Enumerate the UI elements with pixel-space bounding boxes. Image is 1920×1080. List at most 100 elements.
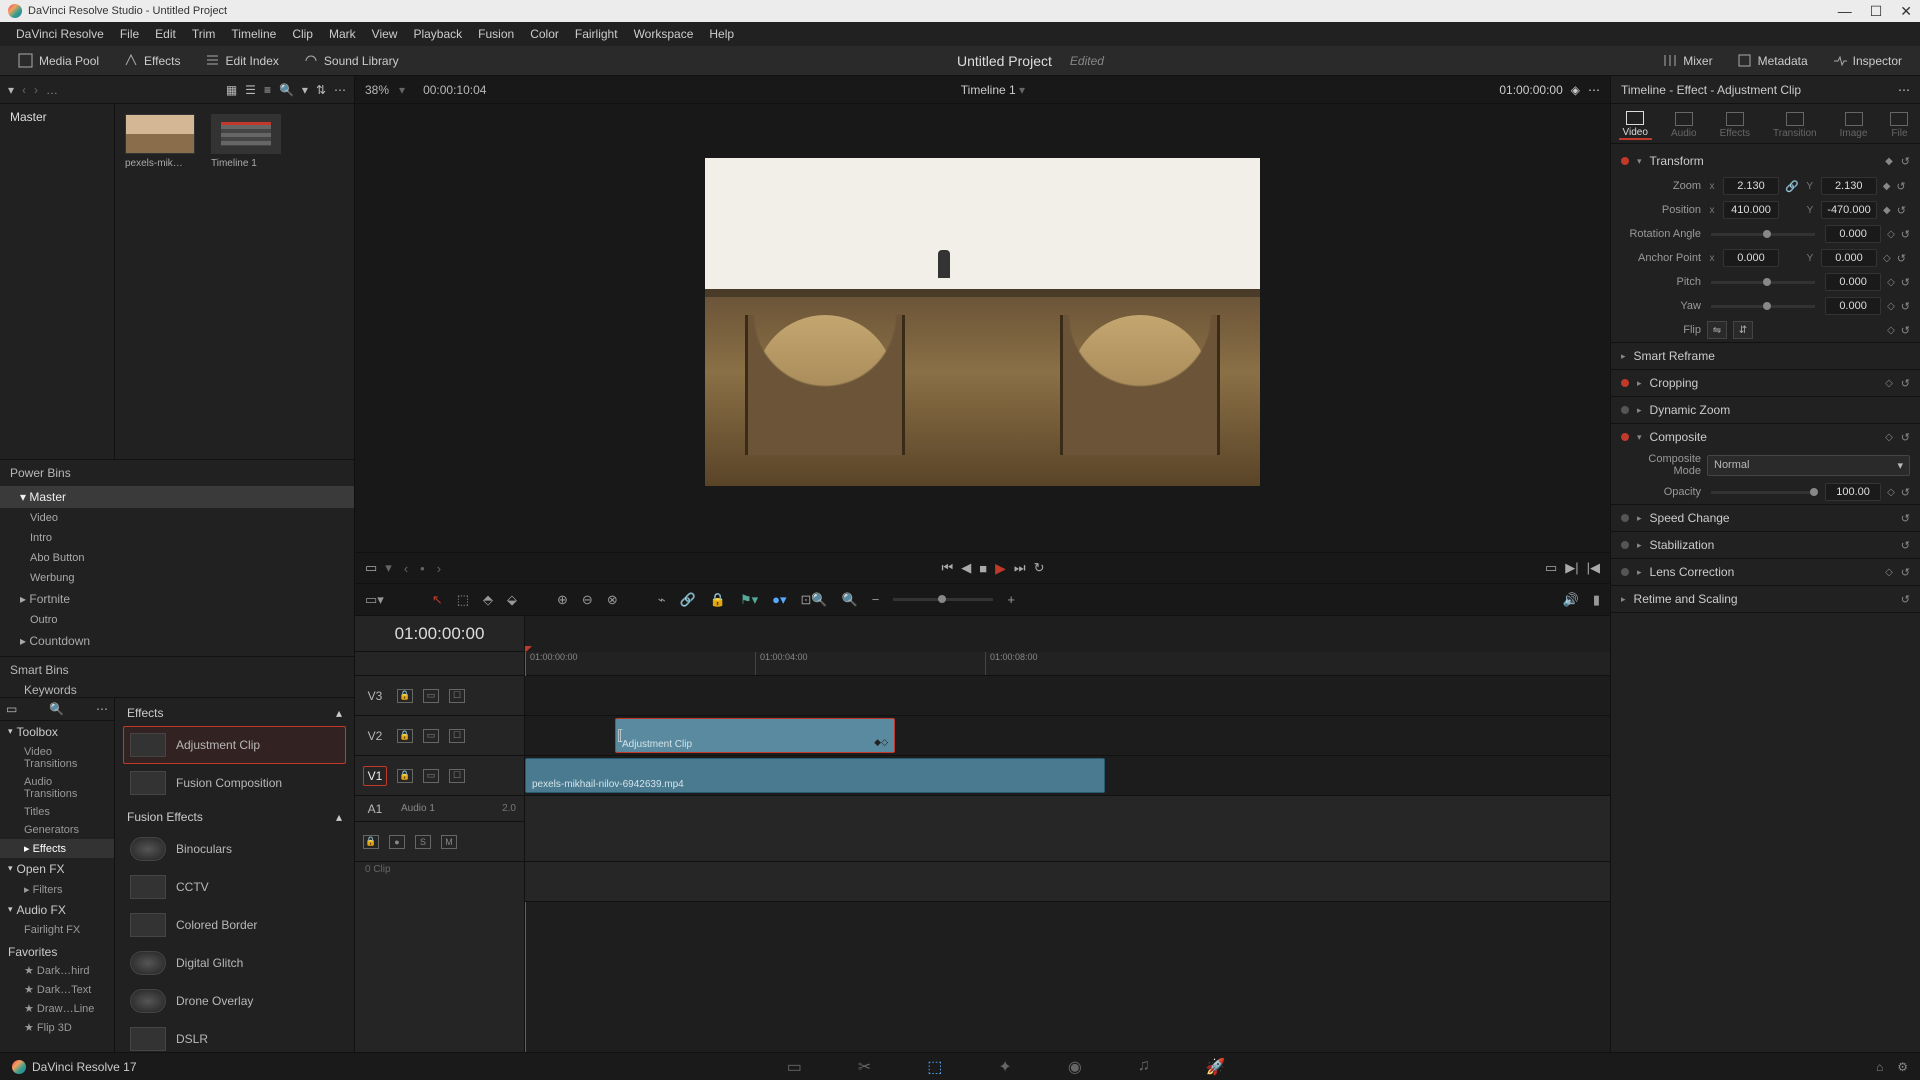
dynamic-trim-icon[interactable]: ⬘ [483, 592, 493, 608]
track-name-v3[interactable]: V3 [363, 686, 387, 706]
viewer-options-icon[interactable]: ⋯ [1588, 83, 1600, 97]
cropping-header[interactable]: ▸Cropping◇↺ [1611, 370, 1920, 396]
overwrite-icon[interactable]: ⊖ [582, 592, 593, 608]
blade-tool-icon[interactable]: ⬙ [507, 592, 517, 608]
lens-correction-header[interactable]: ▸Lens Correction◇↺ [1611, 559, 1920, 585]
fx-filters[interactable]: ▸ Filters [0, 880, 114, 899]
marker-icon[interactable]: ●▾ [772, 592, 786, 608]
track-a1b[interactable] [525, 862, 1610, 902]
stop-icon[interactable]: ■ [979, 561, 987, 576]
nav-back-icon[interactable]: ‹ [22, 83, 26, 97]
yaw-slider[interactable] [1711, 305, 1815, 308]
composite-mode-dropdown[interactable]: Normal▾ [1707, 455, 1910, 476]
effects-search-icon[interactable]: 🔍 [49, 702, 64, 716]
fx-fairlight[interactable]: Fairlight FX [0, 921, 114, 939]
track-header-a1-controls[interactable]: 🔒 ● S M [355, 822, 524, 862]
stabilization-header[interactable]: ▸Stabilization↺ [1611, 532, 1920, 558]
menu-davinci[interactable]: DaVinci Resolve [10, 27, 110, 41]
effects-toggle[interactable]: Effects [117, 51, 186, 70]
anchor-y-field[interactable]: 0.000 [1821, 249, 1877, 267]
fx-audio-transitions[interactable]: Audio Transitions [0, 773, 114, 803]
menu-file[interactable]: File [114, 27, 145, 41]
track-header-a1[interactable]: A1 Audio 1 2.0 [355, 796, 524, 822]
fairlight-page-icon[interactable]: ♫ [1138, 1057, 1150, 1077]
thumbnail-view-icon[interactable]: ▦ [226, 83, 237, 97]
power-bins-header[interactable]: Power Bins [0, 460, 354, 486]
color-page-icon[interactable]: ◉ [1068, 1057, 1082, 1077]
fx-fusion-composition[interactable]: Fusion Composition [123, 764, 346, 802]
clip-main-video[interactable]: pexels-mikhail-nilov-6942639.mp4 [525, 758, 1105, 793]
menu-edit[interactable]: Edit [149, 27, 182, 41]
next-edit-icon[interactable]: › [437, 561, 441, 576]
speed-change-header[interactable]: ▸Speed Change↺ [1611, 505, 1920, 531]
viewer-render-icon[interactable]: ◈ [1571, 83, 1580, 97]
lock-icon[interactable]: 🔒 [397, 729, 413, 743]
pitch-slider[interactable] [1711, 281, 1815, 284]
match-frame-icon[interactable]: ▭ [365, 560, 377, 576]
auto-select-icon[interactable]: ▭ [423, 729, 439, 743]
lock-icon[interactable]: 🔒 [363, 835, 379, 849]
list-view-icon[interactable]: ≡ [264, 83, 271, 97]
bin-abo[interactable]: Abo Button [0, 548, 354, 568]
retime-scaling-header[interactable]: ▸Retime and Scaling↺ [1611, 586, 1920, 612]
opacity-field[interactable]: 100.00 [1825, 483, 1881, 501]
tab-video[interactable]: Video [1619, 107, 1652, 140]
fx-digital-glitch[interactable]: Digital Glitch [123, 944, 346, 982]
prev-edit-icon[interactable]: ‹ [404, 561, 408, 576]
flag-icon[interactable]: ⚑▾ [740, 592, 758, 608]
metadata-toggle[interactable]: Metadata [1731, 51, 1814, 70]
deliver-page-icon[interactable]: 🚀 [1206, 1057, 1226, 1077]
inspector-toggle[interactable]: Inspector [1826, 51, 1908, 70]
opacity-slider[interactable] [1711, 491, 1815, 494]
lock-icon[interactable]: 🔒 [397, 769, 413, 783]
fx-colored-border[interactable]: Colored Border [123, 906, 346, 944]
mute-icon[interactable]: M [441, 835, 457, 849]
arm-icon[interactable]: ● [389, 835, 405, 849]
maximize-button[interactable]: ☐ [1870, 3, 1883, 20]
media-page-icon[interactable]: ▭ [787, 1057, 802, 1077]
track-gain[interactable]: 2.0 [502, 803, 516, 814]
dynamic-zoom-header[interactable]: ▸Dynamic Zoom [1611, 397, 1920, 423]
nav-fwd-icon[interactable]: › [34, 83, 38, 97]
next-clip-icon[interactable]: ▶| [1565, 560, 1578, 576]
fx-cctv[interactable]: CCTV [123, 868, 346, 906]
snap-icon[interactable]: ⌁ [658, 592, 666, 608]
effects-view-icon[interactable]: ▭ [6, 702, 17, 716]
first-frame-icon[interactable]: ⏮ [942, 560, 954, 576]
sort-icon[interactable]: ▾ [302, 83, 308, 97]
menu-workspace[interactable]: Workspace [628, 27, 700, 41]
selection-tool-icon[interactable]: ↖ [432, 592, 443, 608]
home-icon[interactable]: ⌂ [1876, 1060, 1883, 1074]
track-name-v1[interactable]: V1 [363, 766, 387, 786]
timeline-ruler[interactable]: 01:00:00:00 01:00:04:00 01:00:08:00 [525, 652, 1610, 676]
strip-view-icon[interactable]: ☰ [245, 83, 256, 97]
minimize-button[interactable]: — [1838, 3, 1852, 20]
audio-monitor-icon[interactable]: 🔊 [1563, 592, 1579, 608]
track-header-v1[interactable]: V1 🔒 ▭ ☐ [355, 756, 524, 796]
effects-options-icon[interactable]: ⋯ [96, 702, 108, 716]
track-header-v2[interactable]: V2 🔒 ▭ ☐ [355, 716, 524, 756]
pos-x-field[interactable]: 410.000 [1723, 201, 1779, 219]
track-v3[interactable] [525, 676, 1610, 716]
menu-timeline[interactable]: Timeline [225, 27, 282, 41]
play-reverse-icon[interactable]: ◀ [961, 560, 971, 576]
toolbox-header[interactable]: ▾Toolbox [0, 721, 114, 743]
fusion-page-icon[interactable]: ✦ [998, 1057, 1011, 1077]
master-bin-header[interactable]: Master [0, 104, 114, 130]
fx-adjustment-clip[interactable]: Adjustment Clip [123, 726, 346, 764]
fx-drone-overlay[interactable]: Drone Overlay [123, 982, 346, 1020]
bin-countdown[interactable]: ▸ Countdown [0, 630, 354, 652]
trim-tool-icon[interactable]: ⬚ [457, 592, 469, 608]
timeline-item[interactable]: Timeline 1 [211, 114, 281, 169]
menu-color[interactable]: Color [524, 27, 565, 41]
keyframe-icon[interactable]: ◆◇ [874, 737, 888, 748]
link-icon[interactable]: 🔗 [1785, 180, 1799, 193]
zoom-slider[interactable] [893, 598, 993, 601]
auto-select-icon[interactable]: ▭ [423, 689, 439, 703]
fx-video-transitions[interactable]: Video Transitions [0, 743, 114, 773]
track-name-v2[interactable]: V2 [363, 726, 387, 746]
pos-y-field[interactable]: -470.000 [1821, 201, 1877, 219]
disable-icon[interactable]: ☐ [449, 689, 465, 703]
edit-index-toggle[interactable]: Edit Index [199, 51, 285, 70]
menu-playback[interactable]: Playback [407, 27, 468, 41]
